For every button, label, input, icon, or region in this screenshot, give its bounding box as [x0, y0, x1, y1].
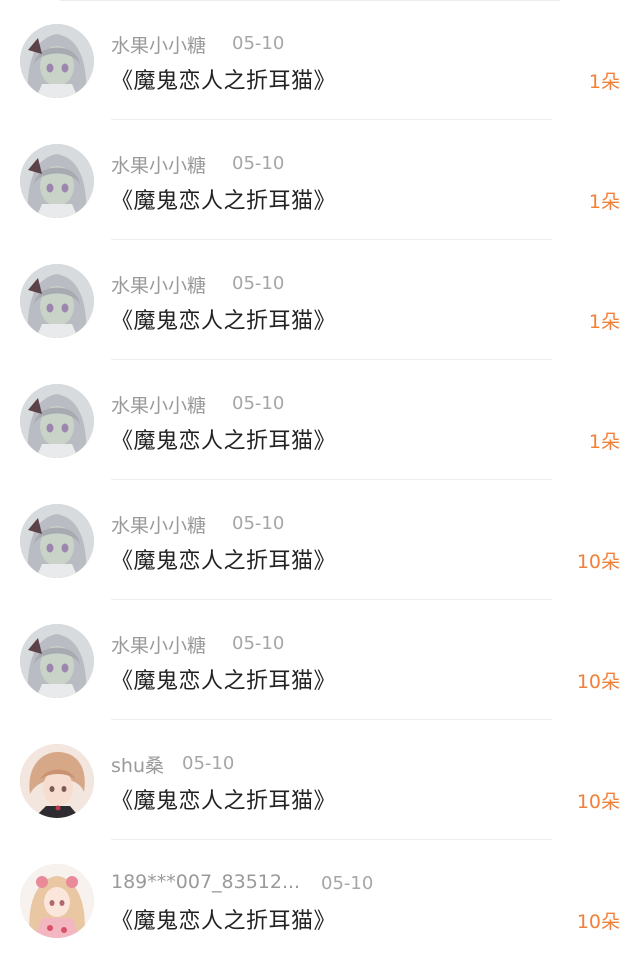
blonde-boy-avatar-icon — [20, 744, 94, 818]
book-title[interactable]: 《魔鬼恋人之折耳猫》 — [111, 783, 336, 815]
avatar[interactable] — [20, 864, 94, 938]
list-item[interactable]: 水果小小糖 05-10 《魔鬼恋人之折耳猫》 1朵 — [0, 0, 640, 120]
username[interactable]: 水果小小糖 — [111, 511, 206, 538]
username[interactable]: shu桑 — [111, 751, 164, 778]
username[interactable]: 水果小小糖 — [111, 271, 206, 298]
list-item[interactable]: shu桑 05-10 《魔鬼恋人之折耳猫》 10朵 — [0, 720, 640, 840]
list-item[interactable]: 水果小小糖 05-10 《魔鬼恋人之折耳猫》 1朵 — [0, 120, 640, 240]
list-item[interactable]: 水果小小糖 05-10 《魔鬼恋人之折耳猫》 10朵 — [0, 480, 640, 600]
avatar[interactable] — [20, 384, 94, 458]
timestamp: 05-10 — [232, 153, 285, 174]
silver-hair-girl-avatar-icon — [20, 504, 94, 578]
gift-amount: 1朵 — [588, 191, 620, 213]
timestamp: 05-10 — [232, 33, 285, 54]
silver-hair-girl-avatar-icon — [20, 264, 94, 338]
gift-amount: 10朵 — [576, 911, 620, 933]
silver-hair-girl-avatar-icon — [20, 384, 94, 458]
silver-hair-girl-avatar-icon — [20, 144, 94, 218]
list-item[interactable]: 189***007_83512... 05-10 《魔鬼恋人之折耳猫》 10朵 — [0, 840, 640, 960]
username[interactable]: 189***007_83512... — [111, 871, 300, 893]
book-title[interactable]: 《魔鬼恋人之折耳猫》 — [111, 63, 336, 95]
timestamp: 05-10 — [321, 873, 374, 894]
gift-amount: 1朵 — [588, 71, 620, 93]
timestamp: 05-10 — [182, 753, 235, 774]
gift-amount: 10朵 — [576, 551, 620, 573]
avatar[interactable] — [20, 24, 94, 98]
username[interactable]: 水果小小糖 — [111, 631, 206, 658]
list-item[interactable]: 水果小小糖 05-10 《魔鬼恋人之折耳猫》 10朵 — [0, 600, 640, 720]
book-title[interactable]: 《魔鬼恋人之折耳猫》 — [111, 423, 336, 455]
book-title[interactable]: 《魔鬼恋人之折耳猫》 — [111, 543, 336, 575]
username[interactable]: 水果小小糖 — [111, 391, 206, 418]
avatar[interactable] — [20, 264, 94, 338]
book-title[interactable]: 《魔鬼恋人之折耳猫》 — [111, 183, 336, 215]
avatar[interactable] — [20, 144, 94, 218]
silver-hair-girl-avatar-icon — [20, 624, 94, 698]
list-item[interactable]: 水果小小糖 05-10 《魔鬼恋人之折耳猫》 1朵 — [0, 360, 640, 480]
avatar[interactable] — [20, 504, 94, 578]
gift-amount: 10朵 — [576, 791, 620, 813]
book-title[interactable]: 《魔鬼恋人之折耳猫》 — [111, 303, 336, 335]
gift-amount: 1朵 — [588, 311, 620, 333]
timestamp: 05-10 — [232, 273, 285, 294]
avatar[interactable] — [20, 624, 94, 698]
book-title[interactable]: 《魔鬼恋人之折耳猫》 — [111, 663, 336, 695]
avatar[interactable] — [20, 744, 94, 818]
list-item[interactable]: 水果小小糖 05-10 《魔鬼恋人之折耳猫》 1朵 — [0, 240, 640, 360]
timestamp: 05-10 — [232, 633, 285, 654]
timestamp: 05-10 — [232, 393, 285, 414]
gift-amount: 1朵 — [588, 431, 620, 453]
kimono-girl-avatar-icon — [20, 864, 94, 938]
book-title[interactable]: 《魔鬼恋人之折耳猫》 — [111, 903, 336, 935]
gift-amount: 10朵 — [576, 671, 620, 693]
username[interactable]: 水果小小糖 — [111, 151, 206, 178]
username[interactable]: 水果小小糖 — [111, 31, 206, 58]
silver-hair-girl-avatar-icon — [20, 24, 94, 98]
timestamp: 05-10 — [232, 513, 285, 534]
